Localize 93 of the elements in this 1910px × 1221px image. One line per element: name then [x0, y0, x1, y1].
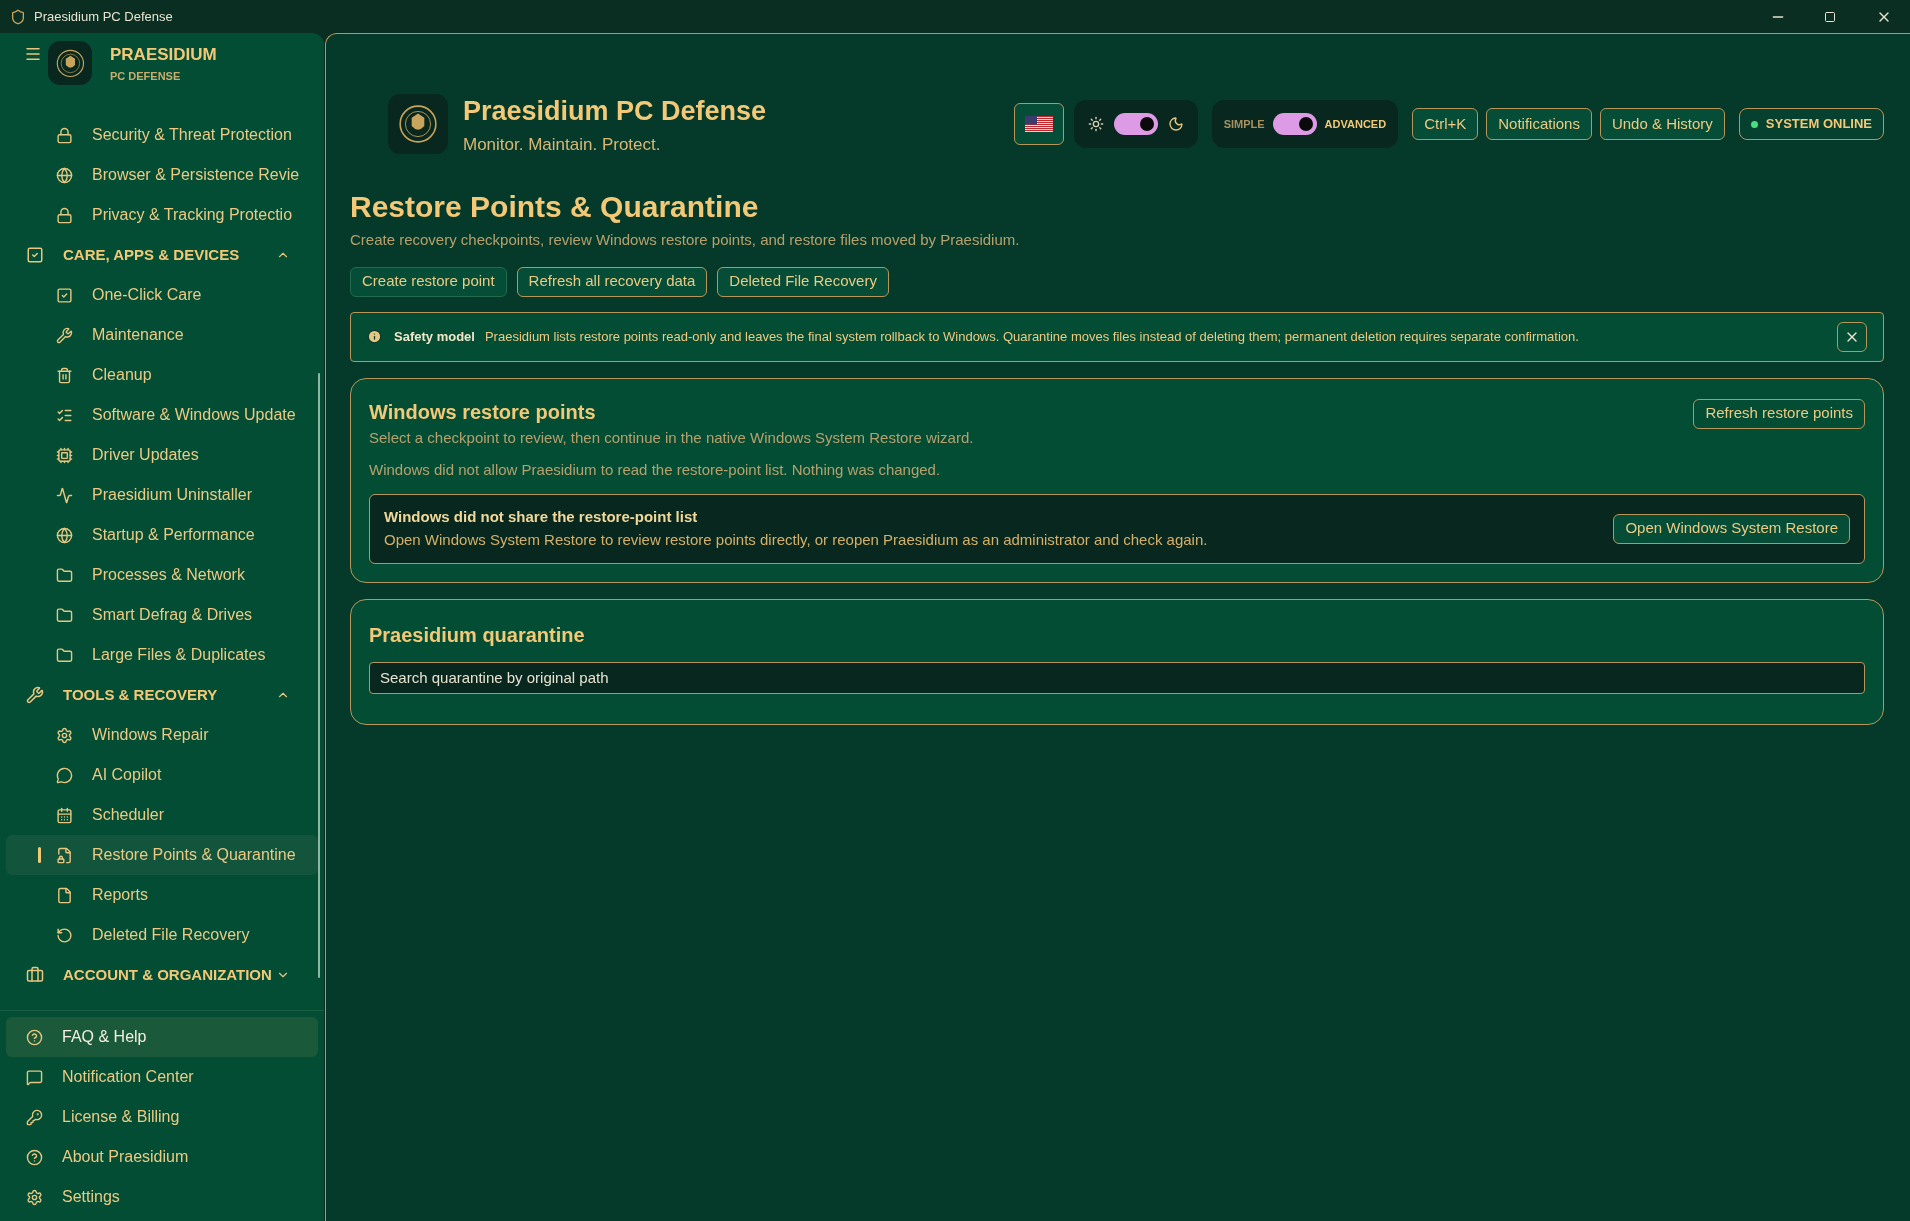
item-icon: [56, 366, 73, 384]
item-icon: [56, 446, 73, 464]
sidebar-item[interactable]: Startup & Performance: [6, 515, 318, 555]
item-icon: [56, 566, 73, 584]
toggle-switch[interactable]: [1113, 113, 1158, 135]
section-icon: [26, 246, 44, 264]
item-icon: [56, 926, 73, 944]
item-icon: [56, 646, 73, 664]
sidebar-item[interactable]: Software & Windows Update: [6, 395, 318, 435]
maximize-icon[interactable]: [1824, 10, 1836, 23]
item-icon: [56, 326, 73, 344]
card-title: Praesidium quarantine: [369, 622, 586, 648]
sun-icon: [1087, 116, 1104, 132]
brand-subtitle: PC DEFENSE: [110, 68, 182, 84]
item-icon: [56, 726, 73, 744]
mode-label: SIMPLE: [1223, 116, 1265, 132]
sidebar-item[interactable]: Driver Updates: [6, 435, 318, 475]
open-restore-button[interactable]: Open Windows System Restore: [1613, 513, 1850, 544]
item-icon: [56, 126, 73, 144]
item-icon: [56, 166, 73, 184]
header-button[interactable]: Ctrl+K: [1412, 108, 1479, 140]
item-icon: [26, 1028, 43, 1046]
item-icon: [56, 846, 73, 864]
sidebar-item[interactable]: Notification Center: [6, 1057, 318, 1097]
sidebar-item[interactable]: Large Files & Duplicates: [6, 635, 318, 675]
status-label: SYSTEM ONLINE: [1765, 115, 1872, 134]
card-subtitle: Select a checkpoint to review, then continue in the native Windows System Restore wizard.: [369, 427, 975, 448]
section-icon: [26, 966, 44, 984]
item-icon: [56, 206, 73, 224]
item-icon: [56, 886, 73, 904]
page-description: Create recovery checkpoints, review Windows restore points, and restore files moved by Praesidium.: [350, 230, 1021, 250]
toggle-switch[interactable]: [1272, 113, 1317, 135]
sidebar-item[interactable]: Maintenance: [6, 315, 318, 355]
language-button[interactable]: [1013, 103, 1064, 145]
sidebar-item[interactable]: Processes & Network: [6, 555, 318, 595]
item-icon: [56, 606, 73, 624]
sidebar-item[interactable]: License & Billing: [6, 1097, 318, 1137]
flag-icon: [1024, 116, 1053, 132]
notice-text: Open Windows System Restore to review restore points directly, or reopen Praesidium as an administrator and check again.: [384, 529, 1209, 550]
page-title: Restore Points & Quarantine: [350, 189, 760, 225]
section-icon: [26, 686, 44, 704]
item-icon: [56, 526, 73, 544]
sidebar-item[interactable]: Reports: [6, 875, 318, 915]
sidebar-item[interactable]: Windows Repair: [6, 715, 318, 755]
sidebar-item[interactable]: Restore Points & Quarantine: [6, 835, 318, 875]
app-logo: [48, 41, 92, 85]
search-field[interactable]: Search quarantine by original path: [369, 661, 1865, 694]
sidebar-item[interactable]: Scheduler: [6, 795, 318, 835]
sidebar-section-header[interactable]: ACCOUNT & ORGANIZATION: [0, 955, 316, 995]
sidebar-item[interactable]: Smart Defrag & Drives: [6, 595, 318, 635]
notice-title: Windows did not share the restore-point list: [384, 507, 699, 527]
sidebar-item[interactable]: AI Copilot: [6, 755, 318, 795]
menu-icon[interactable]: [24, 45, 42, 63]
sidebar-item[interactable]: Praesidium Uninstaller: [6, 475, 318, 515]
sidebar-item[interactable]: Deleted File Recovery: [6, 915, 318, 955]
item-icon: [56, 286, 73, 304]
sidebar-section-header[interactable]: CARE, APPS & DEVICES: [0, 235, 316, 275]
item-icon: [56, 766, 73, 784]
sidebar-item[interactable]: Settings: [6, 1177, 318, 1217]
item-icon: [26, 1148, 43, 1166]
card-title: Windows restore points: [369, 399, 597, 425]
action-button[interactable]: Refresh all recovery data: [516, 266, 708, 297]
item-icon: [26, 1188, 43, 1206]
sidebar-item[interactable]: FAQ & Help: [6, 1017, 318, 1057]
moon-icon: [1167, 116, 1184, 132]
header-button[interactable]: Notifications: [1486, 108, 1592, 140]
sidebar-section-header[interactable]: TOOLS & RECOVERY: [0, 675, 316, 715]
sidebar-item[interactable]: Cleanup: [6, 355, 318, 395]
header-button[interactable]: Undo & History: [1599, 108, 1725, 140]
app-tagline: Monitor. Maintain. Protect.: [463, 133, 662, 156]
alert-text: Praesidium lists restore points read-only and leaves the final system rollback to Windows. Quarantine moves files instead of deleting them; permanent deletion requires separate confirmation.: [484, 327, 1580, 346]
item-icon: [26, 1068, 43, 1086]
refresh-button[interactable]: Refresh restore points: [1693, 398, 1865, 429]
brand-name: PRAESIDIUM: [110, 44, 217, 66]
sidebar-item[interactable]: About Praesidium: [6, 1137, 318, 1177]
item-icon: [56, 806, 73, 824]
app-logo: [388, 94, 448, 154]
action-button[interactable]: Create restore point: [350, 266, 507, 297]
close-button[interactable]: [1837, 321, 1867, 352]
item-icon: [56, 486, 73, 504]
sidebar-item[interactable]: Browser & Persistence Revie: [6, 155, 318, 195]
app-icon: [10, 8, 26, 25]
item-icon: [26, 1108, 43, 1126]
status-message: Windows did not allow Praesidium to read the restore-point list. Nothing was changed.: [369, 460, 942, 480]
sidebar-item[interactable]: Security & Threat Protection: [6, 115, 318, 155]
app-title: Praesidium PC Defense: [463, 95, 767, 128]
mode-label: ADVANCED: [1324, 116, 1387, 132]
info-icon: [367, 329, 382, 344]
action-button[interactable]: Deleted File Recovery: [717, 266, 889, 297]
sidebar-item[interactable]: Privacy & Tracking Protectio: [6, 195, 318, 235]
alert-label: Safety model: [394, 327, 475, 346]
sidebar-item[interactable]: One-Click Care: [6, 275, 318, 315]
window-title: Praesidium PC Defense: [34, 7, 173, 26]
